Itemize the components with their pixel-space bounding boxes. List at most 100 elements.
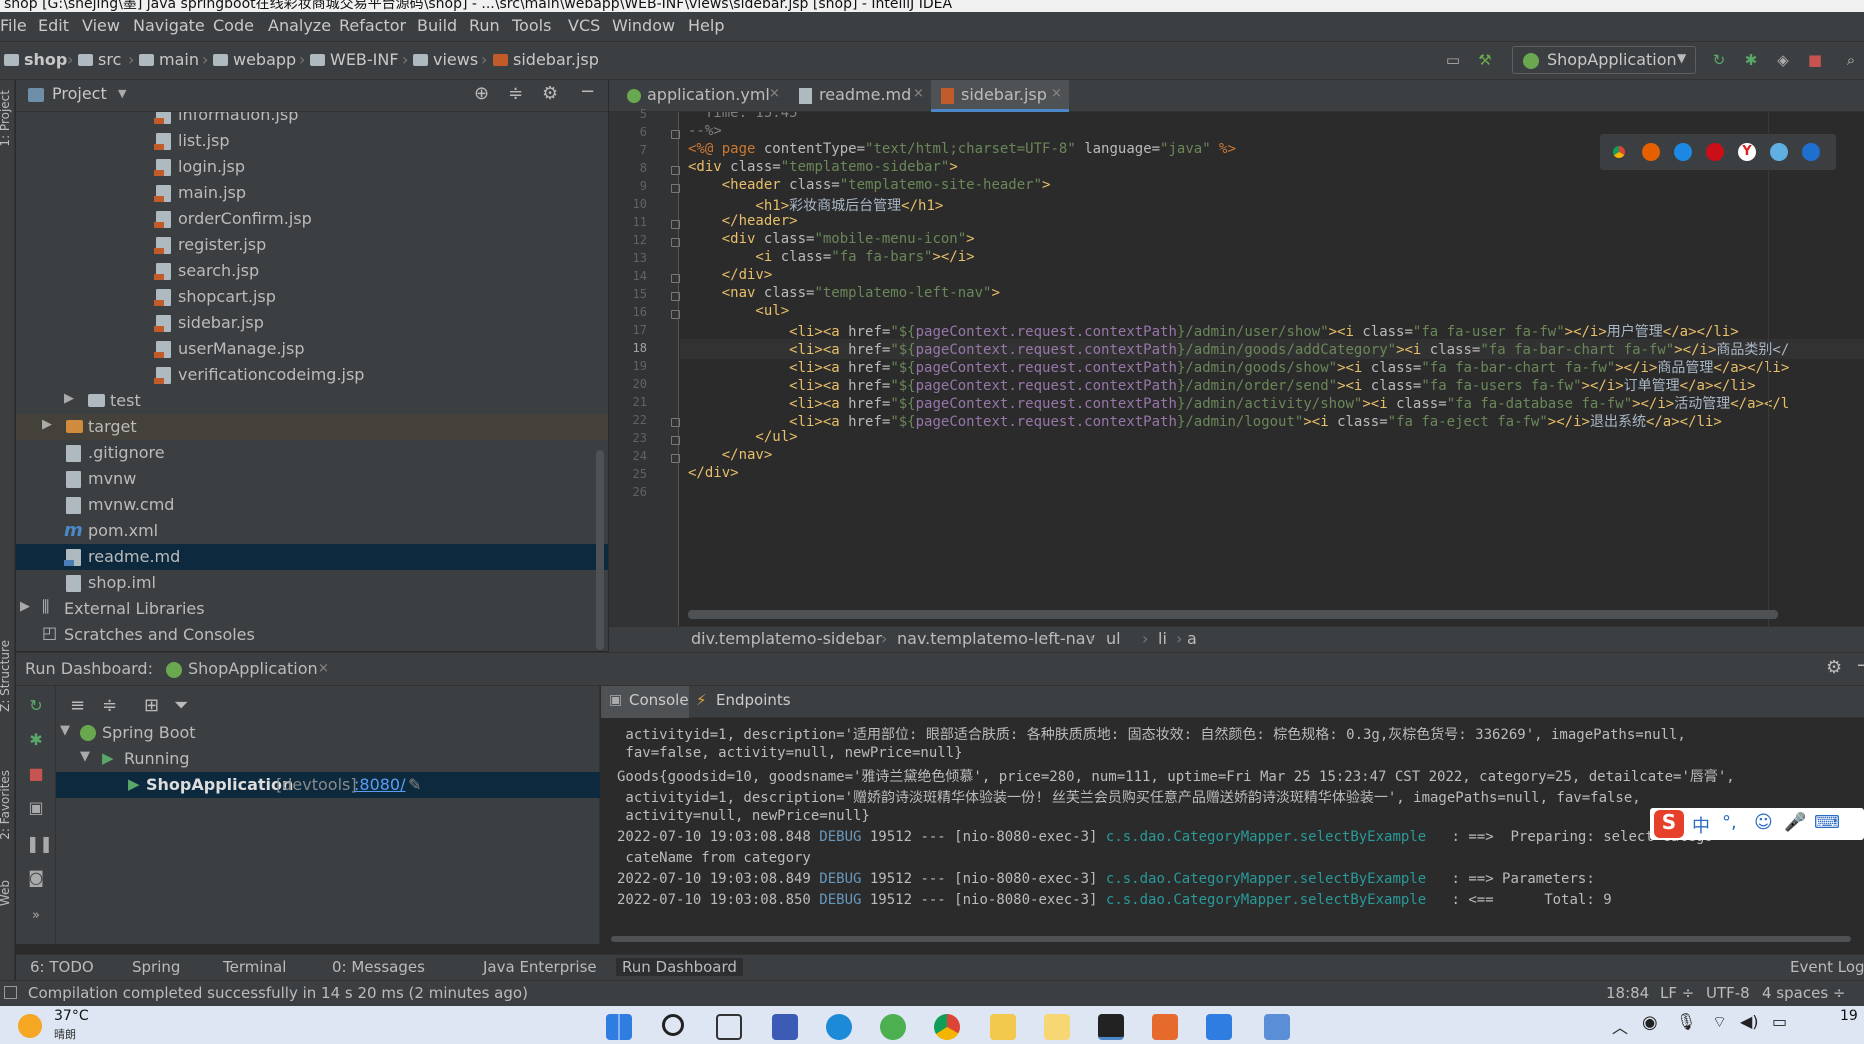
- pause-icon[interactable]: ❚❚: [26, 834, 53, 854]
- qq-icon[interactable]: ◉: [1642, 1012, 1658, 1033]
- fold-marker-icon[interactable]: [671, 238, 680, 247]
- wifi-icon[interactable]: ⌔: [1712, 1012, 1727, 1032]
- status-message[interactable]: Compilation completed successfully in 14…: [28, 984, 528, 1002]
- weather-temperature[interactable]: 37°C: [54, 1008, 89, 1024]
- tree-item-register-jsp[interactable]: register.jsp: [16, 232, 608, 258]
- group-icon[interactable]: ⊞: [144, 695, 159, 716]
- tab-endpoints[interactable]: ⚡ Endpoints: [696, 686, 806, 718]
- layout-icon[interactable]: ▣: [26, 798, 46, 818]
- menu-file[interactable]: File: [0, 16, 27, 35]
- photos-icon[interactable]: [1206, 1014, 1232, 1040]
- filter-icon[interactable]: ⏷: [174, 695, 188, 716]
- tree-item-list-jsp[interactable]: list.jsp: [16, 128, 608, 154]
- window-icon[interactable]: ▭: [1444, 51, 1462, 69]
- tree-item-spring-boot[interactable]: ▼ Spring Boot: [56, 720, 600, 746]
- battery-icon[interactable]: ▭: [1772, 1012, 1787, 1031]
- menu-refactor[interactable]: Refactor: [339, 16, 406, 35]
- browser-icon[interactable]: [880, 1014, 906, 1040]
- tree-item-gitignore[interactable]: .gitignore: [16, 440, 608, 466]
- firefox-icon[interactable]: [1642, 143, 1660, 161]
- ime-logo[interactable]: S: [1654, 810, 1684, 838]
- tree-item-scratches[interactable]: ◰ Scratches and Consoles: [16, 622, 608, 648]
- internet-explorer-icon[interactable]: [1770, 143, 1788, 161]
- tool-tab-event-log[interactable]: Event Log: [1790, 958, 1864, 976]
- menu-window[interactable]: Window: [612, 16, 675, 35]
- project-tree-scrollbar[interactable]: [596, 450, 604, 650]
- port-link[interactable]: :8080/: [354, 775, 406, 794]
- breadcrumb-div[interactable]: div.templatemo-sidebar: [691, 629, 882, 648]
- favorites-tool-window-button[interactable]: 2: Favorites: [0, 770, 12, 840]
- code-editor[interactable]: Time: 15:45 --%> <%@ page contentType="t…: [680, 112, 1864, 626]
- breadcrumb-src[interactable]: src: [78, 50, 121, 69]
- stop-icon[interactable]: ■: [1806, 51, 1824, 69]
- fold-marker-icon[interactable]: [671, 220, 680, 229]
- hide-panel-icon[interactable]: −: [1856, 655, 1864, 676]
- tree-item-search-jsp[interactable]: search.jsp: [16, 258, 608, 284]
- breadcrumb-main[interactable]: main: [139, 50, 199, 69]
- tree-item-login-jsp[interactable]: login.jsp: [16, 154, 608, 180]
- fold-marker-icon[interactable]: [671, 292, 680, 301]
- menu-code[interactable]: Code: [213, 16, 254, 35]
- menu-navigate[interactable]: Navigate: [133, 16, 205, 35]
- tree-item-sidebar-jsp[interactable]: sidebar.jsp: [16, 310, 608, 336]
- clock-time[interactable]: 19: [1840, 1008, 1858, 1024]
- tree-item-pom-xml[interactable]: m pom.xml: [16, 518, 608, 544]
- windows-start-icon[interactable]: [606, 1014, 632, 1040]
- console-scrollbar[interactable]: [611, 936, 1851, 942]
- menu-view[interactable]: View: [82, 16, 120, 35]
- tab-readme-md[interactable]: readme.md ×: [789, 80, 929, 112]
- tree-item-main-jsp[interactable]: main.jsp: [16, 180, 608, 206]
- camera-icon[interactable]: ◙: [26, 868, 46, 888]
- search-icon[interactable]: ⌕: [1842, 51, 1860, 69]
- tab-sidebar-jsp[interactable]: sidebar.jsp ×: [931, 80, 1069, 112]
- tree-item-verificationcodeimg-jsp[interactable]: verificationcodeimg.jsp: [16, 362, 608, 388]
- stop-icon[interactable]: ■: [26, 764, 46, 784]
- tool-tab-run-dashboard[interactable]: Run Dashboard: [616, 958, 743, 976]
- tool-tab-terminal[interactable]: Terminal: [223, 958, 286, 976]
- fold-marker-icon[interactable]: [671, 130, 680, 139]
- project-tool-window-button[interactable]: 1: Project: [0, 90, 12, 147]
- collapse-arrow-icon[interactable]: ▼: [60, 723, 70, 738]
- tree-item-test[interactable]: ▶ test: [16, 388, 608, 414]
- fold-marker-icon[interactable]: [671, 184, 680, 193]
- menu-analyze[interactable]: Analyze: [268, 16, 331, 35]
- tree-item-running[interactable]: ▼ ▶ Running: [56, 746, 600, 772]
- expand-arrow-icon[interactable]: ▶: [42, 417, 52, 432]
- breadcrumb-nav[interactable]: nav.templatemo-left-nav: [897, 629, 1095, 648]
- close-icon[interactable]: ×: [913, 86, 924, 101]
- fold-marker-icon[interactable]: [671, 166, 680, 175]
- web-tool-window-button[interactable]: Web: [0, 880, 12, 906]
- gear-icon[interactable]: ⚙: [1826, 657, 1842, 678]
- breadcrumb-ul[interactable]: ul: [1106, 629, 1121, 648]
- chevron-down-icon[interactable]: ▼: [118, 87, 126, 100]
- run-app-tab[interactable]: ShopApplication: [188, 659, 318, 678]
- rerun-icon[interactable]: ↻: [1710, 51, 1728, 69]
- debug-bug-icon[interactable]: ✱: [26, 730, 46, 750]
- breadcrumb-web-inf[interactable]: WEB-INF: [310, 50, 399, 69]
- breadcrumb-shop[interactable]: shop: [4, 50, 67, 69]
- tool-tab-messages[interactable]: 0: Messages: [332, 958, 425, 976]
- menu-build[interactable]: Build: [417, 16, 457, 35]
- run-configuration-select[interactable]: ShopApplication ▼: [1512, 46, 1696, 74]
- breadcrumb-a[interactable]: a: [1187, 629, 1197, 648]
- coverage-shield-icon[interactable]: ◈: [1774, 51, 1792, 69]
- tool-tab-spring[interactable]: Spring: [132, 958, 180, 976]
- hide-panel-icon[interactable]: −: [580, 81, 595, 102]
- fold-marker-icon[interactable]: [671, 454, 680, 463]
- gear-icon[interactable]: ⚙: [542, 83, 558, 104]
- indent-setting[interactable]: 4 spaces ÷: [1762, 984, 1845, 1002]
- file-encoding[interactable]: UTF-8: [1706, 984, 1750, 1002]
- tree-item-mvnw[interactable]: mvnw: [16, 466, 608, 492]
- menu-vcs[interactable]: VCS: [568, 16, 600, 35]
- tree-item-orderconfirm-jsp[interactable]: orderConfirm.jsp: [16, 206, 608, 232]
- ime-chinese-mode[interactable]: 中: [1692, 812, 1710, 838]
- powerpoint-icon[interactable]: [1152, 1014, 1178, 1040]
- edge-icon[interactable]: [1802, 143, 1820, 161]
- search-icon[interactable]: [662, 1014, 684, 1036]
- tree-item-mvnw-cmd[interactable]: mvnw.cmd: [16, 492, 608, 518]
- menu-tools[interactable]: Tools: [512, 16, 551, 35]
- expand-all-icon[interactable]: ≡: [70, 695, 85, 716]
- calendar-icon[interactable]: [1264, 1014, 1290, 1040]
- chrome-icon[interactable]: [1610, 143, 1628, 161]
- tool-tab-todo[interactable]: 6: TODO: [30, 958, 94, 976]
